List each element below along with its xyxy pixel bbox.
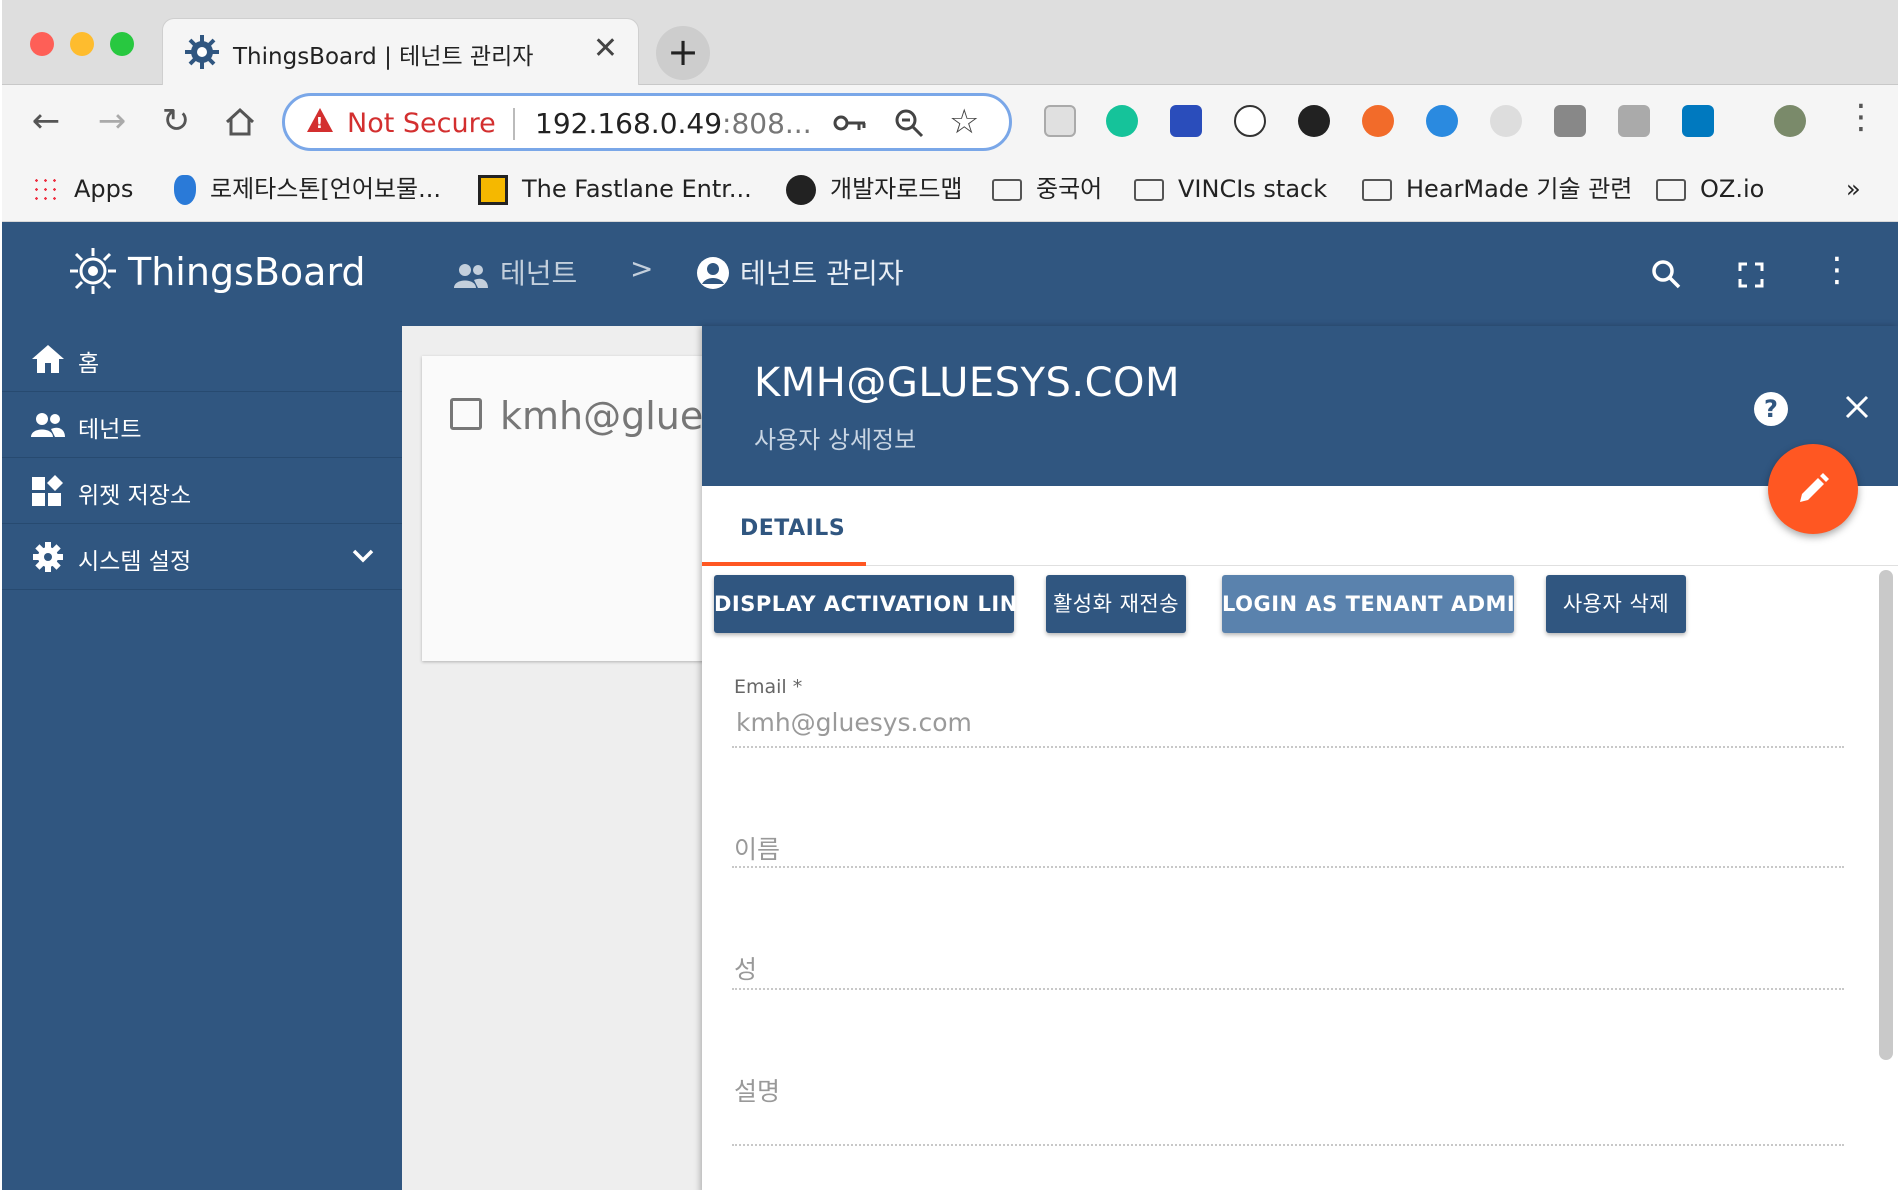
bookmark-rosetta[interactable]: 로제타스톤[언어보물... — [174, 172, 441, 206]
home-icon — [32, 345, 64, 373]
chevron-down-icon[interactable] — [352, 548, 374, 564]
bookmark-apps[interactable]: Apps — [32, 172, 133, 206]
user-card-email: kmh@glues — [500, 394, 724, 438]
folder-icon — [992, 179, 1022, 201]
sidebar-item-label: 테넌트 — [78, 417, 142, 443]
details-header: KMH@GLUESYS.COM 사용자 상세정보 ? — [702, 326, 1898, 486]
app-header: ThingsBoard 테넌트 > 테넌트 관리자 ⋮ — [2, 222, 1898, 326]
sidebar-item-system-settings[interactable]: 시스템 설정 — [2, 524, 402, 590]
bookmarks-overflow-icon[interactable]: » — [1846, 172, 1861, 206]
email-field[interactable]: kmh@gluesys.com — [736, 708, 972, 737]
bookmark-folder-vincis[interactable]: VINCIs stack — [1134, 172, 1327, 206]
minimize-window-button[interactable] — [70, 32, 94, 56]
last-name-field[interactable]: 성 — [734, 950, 757, 986]
active-tab-indicator — [702, 562, 866, 566]
globe-extension-icon[interactable] — [1426, 105, 1458, 137]
fullscreen-icon[interactable] — [1738, 262, 1764, 288]
json-extension-icon[interactable] — [1234, 105, 1266, 137]
zoom-icon[interactable] — [893, 107, 925, 139]
gear-icon — [33, 542, 63, 572]
reader-extension-icon[interactable] — [1554, 105, 1586, 137]
details-tabs: DETAILS — [702, 486, 1898, 566]
back-arrow-icon[interactable]: ← — [24, 101, 68, 141]
tag-extension-icon[interactable] — [1618, 105, 1650, 137]
bookmark-extension-icon[interactable] — [1170, 105, 1202, 137]
close-icon[interactable] — [1844, 394, 1870, 420]
trello-extension-icon[interactable] — [1682, 105, 1714, 137]
folder-icon — [1134, 179, 1164, 201]
rosetta-icon — [174, 175, 196, 205]
profile-avatar[interactable] — [1774, 105, 1806, 137]
user-card[interactable]: kmh@glues — [422, 356, 742, 661]
breadcrumb-tenant-admin: 테넌트 관리자 — [740, 257, 904, 290]
widgets-icon — [32, 475, 63, 506]
github-icon — [786, 175, 816, 205]
bookmark-folder-hearmade[interactable]: HearMade 기술 관련 — [1362, 172, 1632, 206]
breadcrumb-separator: > — [630, 252, 654, 285]
bookmark-star-icon[interactable]: ☆ — [949, 102, 979, 142]
login-as-tenant-admin-button[interactable]: LOGIN AS TENANT ADMIN — [1222, 575, 1533, 633]
breadcrumb-tenants[interactable]: 테넌트 — [500, 252, 577, 292]
fastlane-icon — [478, 175, 508, 205]
sidebar-item-label: 홈 — [78, 351, 100, 377]
people-icon — [454, 264, 488, 288]
first-name-field[interactable]: 이름 — [734, 830, 780, 866]
security-status[interactable]: Not Secure — [347, 108, 496, 139]
help-icon[interactable]: ? — [1754, 392, 1788, 426]
thingsboard-logo-icon[interactable] — [66, 244, 120, 298]
forward-arrow-icon[interactable]: → — [90, 101, 134, 141]
bookmark-folder-ozio[interactable]: OZ.io — [1656, 172, 1764, 206]
account-circle-icon — [697, 257, 729, 289]
email-label: Email * — [734, 676, 803, 698]
title-bar: ThingsBoard | 테넌트 관리자 ✕ + — [2, 0, 1898, 86]
user-details-panel: KMH@GLUESYS.COM 사용자 상세정보 ? DETAILS DISPL… — [702, 326, 1898, 1190]
close-tab-icon[interactable]: ✕ — [593, 31, 618, 66]
address-bar[interactable]: ! Not Secure 192.168.0.49:808... ☆ — [282, 93, 1012, 151]
details-title: KMH@GLUESYS.COM — [754, 360, 1181, 406]
browser-toolbar: ← → ↻ ! Not Secure 192.168.0.49:808... ☆ — [2, 85, 1898, 160]
people-icon — [31, 413, 65, 437]
bookmark-roadmap[interactable]: 개발자로드맵 — [786, 172, 962, 206]
app-name[interactable]: ThingsBoard — [128, 250, 366, 294]
scrollbar-thumb[interactable] — [1879, 570, 1893, 1060]
details-subtitle: 사용자 상세정보 — [754, 426, 917, 454]
sidebar: 홈 테넌트 위젯 저장소 시스템 설정 — [2, 326, 402, 1190]
sidebar-item-label: 시스템 설정 — [78, 549, 192, 575]
browser-window: ThingsBoard | 테넌트 관리자 ✕ + ← → ↻ ! Not Se… — [2, 0, 1898, 1190]
tab-title: ThingsBoard | 테넌트 관리자 — [233, 44, 534, 70]
reload-icon[interactable]: ↻ — [154, 101, 198, 141]
url-text[interactable]: 192.168.0.49:808... — [535, 107, 812, 140]
sidebar-item-widgets[interactable]: 위젯 저장소 — [2, 458, 402, 524]
browser-tab[interactable]: ThingsBoard | 테넌트 관리자 ✕ — [162, 18, 639, 86]
browser-menu-icon[interactable]: ⋮ — [1844, 97, 1878, 137]
close-window-button[interactable] — [30, 32, 54, 56]
folder-icon — [1362, 179, 1392, 201]
sidebar-item-tenants[interactable]: 테넌트 — [2, 392, 402, 458]
description-field[interactable]: 설명 — [734, 1072, 780, 1108]
delete-user-button[interactable]: 사용자 삭제 — [1546, 575, 1686, 633]
apps-grid-icon — [32, 176, 60, 204]
grammarly-extension-icon[interactable] — [1106, 105, 1138, 137]
more-vert-icon[interactable]: ⋮ — [1820, 250, 1854, 290]
extension-icon-1[interactable] — [1044, 105, 1076, 137]
key-icon[interactable] — [833, 111, 867, 135]
search-icon[interactable] — [1650, 258, 1682, 290]
g-extension-icon[interactable] — [1490, 105, 1522, 137]
folder-icon — [1656, 179, 1686, 201]
bookmark-fastlane[interactable]: The Fastlane Entr... — [478, 172, 752, 206]
lifebuoy-extension-icon[interactable] — [1362, 105, 1394, 137]
tab-details[interactable]: DETAILS — [740, 516, 845, 541]
clock-extension-icon[interactable] — [1298, 105, 1330, 137]
new-tab-button[interactable]: + — [656, 26, 710, 80]
zoom-window-button[interactable] — [110, 32, 134, 56]
sidebar-item-label: 위젯 저장소 — [78, 483, 192, 509]
display-activation-link-button[interactable]: DISPLAY ACTIVATION LINK — [714, 575, 1034, 633]
select-checkbox[interactable] — [450, 398, 482, 430]
thingsboard-favicon-icon — [185, 35, 219, 69]
sidebar-item-home[interactable]: 홈 — [2, 326, 402, 392]
resend-activation-button[interactable]: 활성화 재전송 — [1046, 575, 1186, 633]
home-icon[interactable] — [224, 107, 256, 137]
bookmarks-bar: Apps 로제타스톤[언어보물... The Fastlane Entr... … — [2, 160, 1898, 222]
bookmark-folder-chinese[interactable]: 중국어 — [992, 172, 1102, 206]
